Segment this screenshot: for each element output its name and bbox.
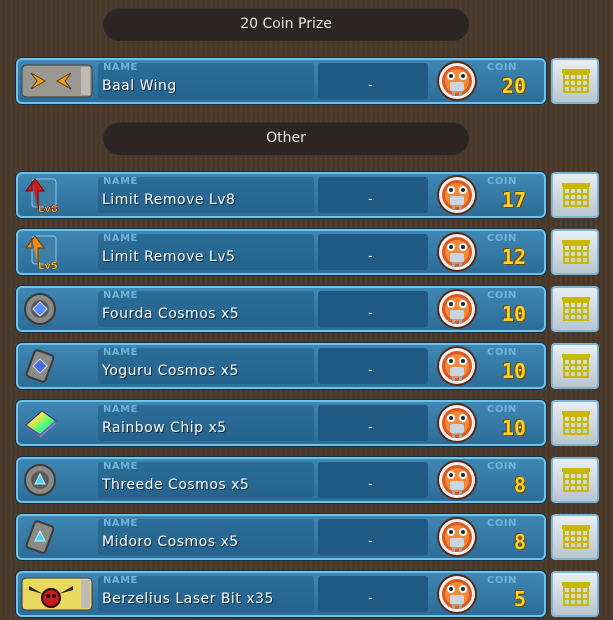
name-tag: NAME [103, 290, 138, 301]
coin-medal-icon [434, 459, 480, 501]
coin-tag: COIN [487, 347, 517, 358]
name-tag: NAME [103, 404, 138, 415]
cosmos-card-icon [25, 349, 55, 383]
coin-medal-icon [434, 402, 480, 444]
badge-label: Lv5 [38, 261, 58, 270]
coin-price: 8 [513, 473, 526, 497]
coin-tag: COIN [487, 404, 517, 415]
item-name: Threede Cosmos x5 [102, 477, 250, 493]
placeholder-dash: - [368, 306, 373, 321]
item-name: Fourda Cosmos x5 [102, 306, 240, 322]
basket-icon [561, 467, 591, 493]
coin-price: 8 [513, 530, 526, 554]
buy-button[interactable] [551, 457, 599, 503]
buy-button[interactable] [551, 286, 599, 332]
badge-label: Lv8 [38, 204, 58, 213]
section-header-other: Other [103, 122, 469, 155]
coin-price: 5 [513, 587, 526, 611]
name-tag: NAME [103, 176, 138, 187]
limit-remove-lv8-icon: Lv8 [25, 178, 58, 213]
placeholder-dash: - [368, 477, 373, 492]
coin-price: 10 [501, 302, 526, 326]
item-name: Rainbow Chip x5 [102, 420, 227, 436]
shop-row[interactable]: NAME Midoro Cosmos x5 - COIN 8 [16, 514, 546, 560]
shop-row[interactable]: NAME Yoguru Cosmos x5 - COIN 10 [16, 343, 546, 389]
name-tag: NAME [103, 518, 138, 529]
coin-tag: COIN [487, 575, 517, 586]
shop-row[interactable]: NAME Threede Cosmos x5 - COIN 8 [16, 457, 546, 503]
shop-row[interactable]: NAME Baal Wing - COIN 20 [16, 58, 546, 104]
item-name: Baal Wing [102, 78, 177, 94]
item-name: Midoro Cosmos x5 [102, 534, 239, 550]
coin-price: 20 [501, 74, 526, 98]
buy-button[interactable] [551, 571, 599, 617]
coin-tag: COIN [487, 518, 517, 529]
shop-row[interactable]: Lv5 NAME Limit Remove Lv5 - COIN 12 [16, 229, 546, 275]
shop-row[interactable]: NAME Rainbow Chip x5 - COIN 10 [16, 400, 546, 446]
coin-tag: COIN [487, 62, 517, 73]
buy-button[interactable] [551, 58, 599, 104]
buy-button[interactable] [551, 172, 599, 218]
shop-row[interactable]: NAME Fourda Cosmos x5 - COIN 10 [16, 286, 546, 332]
coin-price: 17 [501, 188, 526, 212]
limit-remove-lv5-icon: Lv5 [25, 235, 58, 270]
coin-tag: COIN [487, 233, 517, 244]
item-name: Limit Remove Lv8 [102, 192, 236, 208]
rainbow-chip-icon [25, 410, 57, 438]
placeholder-dash: - [368, 78, 373, 93]
coin-medal-icon [434, 60, 480, 102]
shop-row[interactable]: Lv8 NAME Limit Remove Lv8 - COIN 17 [16, 172, 546, 218]
basket-icon [561, 68, 591, 94]
name-tag: NAME [103, 233, 138, 244]
coin-price: 12 [501, 245, 526, 269]
placeholder-dash: - [368, 591, 373, 606]
basket-icon [561, 353, 591, 379]
coin-medal-icon [434, 174, 480, 216]
coin-medal-icon [434, 231, 480, 273]
basket-icon [561, 410, 591, 436]
placeholder-dash: - [368, 249, 373, 264]
coin-tag: COIN [487, 461, 517, 472]
coin-medal-icon [434, 345, 480, 387]
placeholder-dash: - [368, 534, 373, 549]
basket-icon [561, 296, 591, 322]
wing-icon [21, 64, 93, 98]
buy-button[interactable] [551, 514, 599, 560]
basket-icon [561, 239, 591, 265]
buy-button[interactable] [551, 229, 599, 275]
name-tag: NAME [103, 575, 138, 586]
item-name: Berzelius Laser Bit x35 [102, 591, 274, 607]
shop-row[interactable]: NAME Berzelius Laser Bit x35 - COIN 5 [16, 571, 546, 617]
name-tag: NAME [103, 461, 138, 472]
section-header-20-coin-prize: 20 Coin Prize [103, 8, 469, 41]
coin-medal-icon [434, 288, 480, 330]
placeholder-dash: - [368, 192, 373, 207]
item-name: Limit Remove Lv5 [102, 249, 236, 265]
placeholder-dash: - [368, 363, 373, 378]
cosmos-card-icon [25, 520, 55, 554]
placeholder-dash: - [368, 420, 373, 435]
basket-icon [561, 581, 591, 607]
cosmos-round-icon [24, 464, 56, 496]
item-name: Yoguru Cosmos x5 [102, 363, 239, 379]
coin-medal-icon [434, 516, 480, 558]
basket-icon [561, 524, 591, 550]
coin-price: 10 [501, 416, 526, 440]
cosmos-round-icon [24, 293, 56, 325]
coin-medal-icon [434, 573, 480, 615]
name-tag: NAME [103, 347, 138, 358]
buy-button[interactable] [551, 343, 599, 389]
laser-bit-icon [21, 577, 93, 611]
buy-button[interactable] [551, 400, 599, 446]
coin-tag: COIN [487, 176, 517, 187]
name-tag: NAME [103, 62, 138, 73]
basket-icon [561, 182, 591, 208]
coin-price: 10 [501, 359, 526, 383]
coin-tag: COIN [487, 290, 517, 301]
